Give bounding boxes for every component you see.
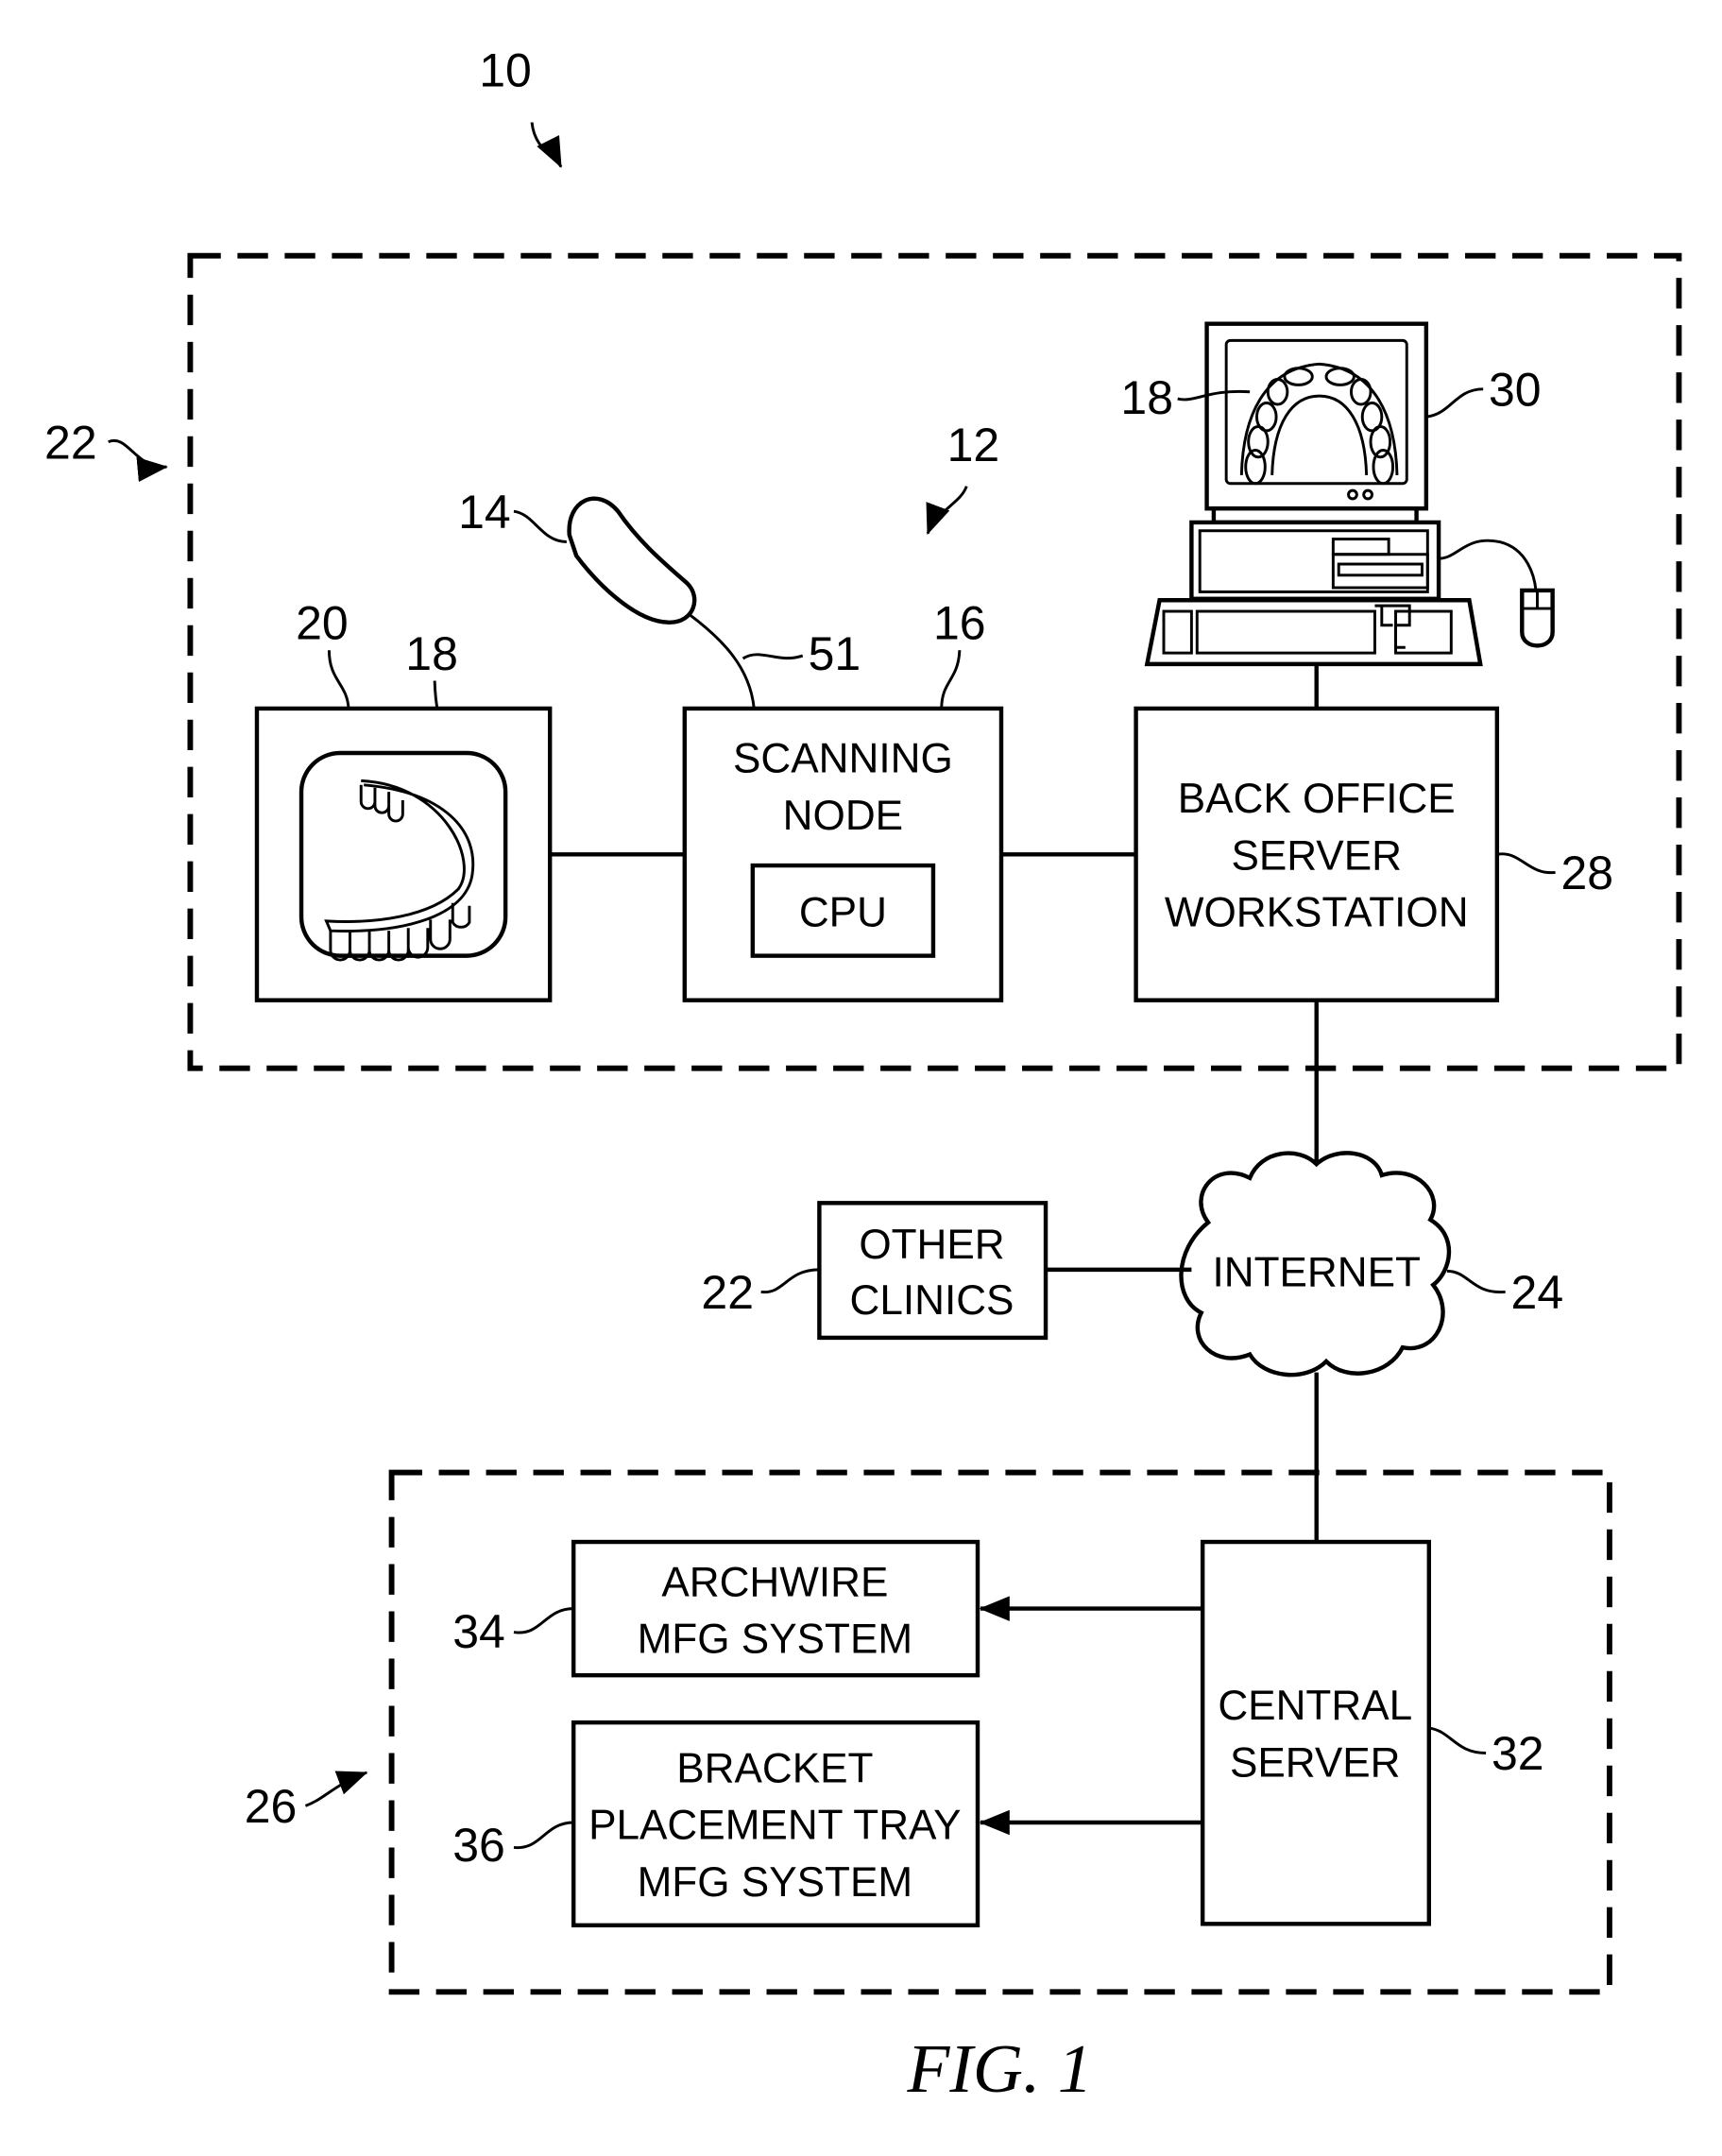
cable-ref-label: 51	[809, 627, 861, 680]
archwire-label-line2: MFG SYSTEM	[638, 1617, 913, 1663]
archwire-ref-leader	[513, 1607, 574, 1634]
archwire-ref-label: 34	[452, 1605, 505, 1658]
cable-ref-leader	[742, 653, 804, 660]
other-clinics-ref-label: 22	[701, 1266, 754, 1319]
intraoral-scanner-icon	[567, 496, 697, 625]
bracket-ref-label: 36	[452, 1819, 505, 1872]
scanning-node-ref-leader	[940, 650, 962, 709]
manufacturing-ref-label: 26	[245, 1780, 298, 1833]
monitor-ref-label: 30	[1489, 363, 1542, 416]
bracket-label-line3: MFG SYSTEM	[638, 1859, 913, 1906]
manufacturing-ref-arrow	[304, 1771, 368, 1807]
bracket-label-line1: BRACKET	[676, 1745, 873, 1791]
central-server-ref-label: 32	[1492, 1727, 1544, 1780]
clinic-section-ref-arrow	[926, 486, 968, 536]
back-office-label-line3: WORKSTATION	[1165, 890, 1469, 936]
clinic-ref-arrow	[108, 438, 168, 483]
scanner-cable	[688, 612, 756, 710]
internet-label: INTERNET	[1212, 1250, 1420, 1296]
central-server-ref-leader	[1428, 1726, 1487, 1754]
internet-ref-leader	[1446, 1269, 1506, 1293]
system-ref-arrow	[530, 122, 563, 168]
other-clinics-ref-leader	[760, 1268, 820, 1293]
cpu-label: CPU	[799, 890, 887, 936]
patent-figure: 10 22 12 14 51 20 18 16 SCANNING NODE CP…	[44, 43, 1682, 2107]
scanner-ref-leader	[513, 509, 567, 543]
archwire-label-line1: ARCHWIRE	[661, 1559, 888, 1605]
back-office-label-line1: BACK OFFICE	[1178, 776, 1456, 822]
system-ref-label: 10	[479, 43, 532, 96]
figure-caption: FIG. 1	[907, 2030, 1093, 2107]
mouse-cable	[1438, 539, 1538, 591]
central-server-label-line1: CENTRAL	[1218, 1683, 1412, 1729]
monitor-icon	[1204, 321, 1429, 511]
scanning-node-label-line1: SCANNING	[733, 736, 953, 782]
central-server-label-line2: SERVER	[1230, 1739, 1401, 1786]
back-office-ref-leader	[1496, 852, 1556, 874]
bracket-label-line2: PLACEMENT TRAY	[588, 1803, 962, 1849]
model-box-ref-label: 20	[296, 596, 349, 649]
other-clinics-label-line1: OTHER	[859, 1222, 1004, 1268]
back-office-ref-label: 28	[1560, 847, 1613, 899]
internet-ref-label: 24	[1511, 1266, 1564, 1319]
back-office-label-line2: SERVER	[1231, 832, 1402, 879]
central-server-box	[1200, 1539, 1432, 1926]
screen-model-ref-label: 18	[1120, 371, 1173, 424]
clinic-ref-label: 22	[44, 416, 97, 469]
scanning-node-ref-label: 16	[933, 596, 986, 649]
bracket-ref-leader	[513, 1821, 574, 1849]
scanning-node-label-line2: NODE	[783, 793, 903, 839]
model-ref-label: 18	[405, 627, 458, 680]
scanner-ref-label: 14	[458, 486, 511, 539]
monitor-ref-leader	[1425, 387, 1484, 419]
model-box-ref-leader	[327, 650, 350, 710]
other-clinics-label-line2: CLINICS	[849, 1277, 1014, 1324]
clinic-section-ref-label: 12	[947, 419, 1000, 471]
